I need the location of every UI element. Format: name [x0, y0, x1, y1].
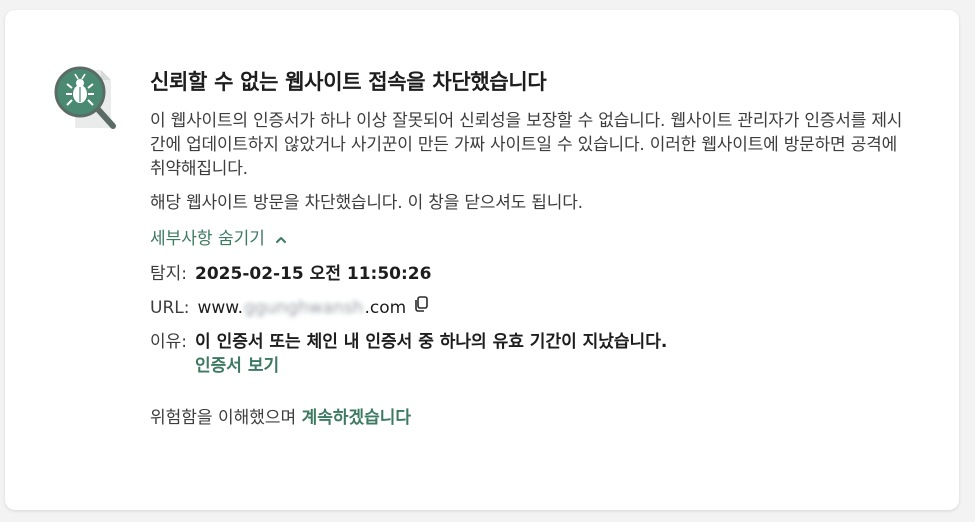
reason-block: 이 인증서 또는 체인 내 인증서 중 하나의 유효 기간이 지났습니다. 인증…	[195, 330, 667, 378]
hide-details-label: 세부사항 숨기기	[150, 229, 265, 249]
detected-value: 2025-02-15 오전 11:50:26	[195, 264, 432, 284]
reason-label: 이유:	[150, 332, 188, 352]
warning-description: 이 웹사이트의 인증서가 하나 이상 잘못되어 신뢰성을 보장할 수 없습니다.…	[150, 111, 903, 179]
detected-row: 탐지: 2025-02-15 오전 11:50:26	[150, 262, 910, 286]
dialog-content: 신뢰할 수 없는 웹사이트 접속을 차단했습니다 이 웹사이트의 인증서가 하나…	[150, 68, 910, 430]
url-row: URL: www. ggunghwansh .com	[150, 296, 910, 320]
bug-magnifier-icon	[53, 62, 123, 134]
chevron-up-icon	[273, 231, 289, 247]
url-redacted: ggunghwansh	[244, 298, 364, 318]
continue-prefix: 위험함을 이해했으며	[150, 408, 302, 428]
continue-line: 위험함을 이해했으며 계속하겠습니다	[150, 406, 910, 430]
view-certificate-link[interactable]: 인증서 보기	[195, 354, 667, 378]
detected-label: 탐지:	[150, 264, 188, 284]
url-label: URL:	[150, 298, 190, 318]
warning-card: 신뢰할 수 없는 웹사이트 접속을 차단했습니다 이 웹사이트의 인증서가 하나…	[5, 10, 959, 510]
blocked-message: 해당 웹사이트 방문을 차단했습니다. 이 창을 닫으셔도 됩니다.	[150, 193, 583, 213]
copy-icon[interactable]	[412, 295, 430, 313]
url-value: www. ggunghwansh .com	[197, 296, 430, 320]
continue-link[interactable]: 계속하겠습니다	[302, 408, 411, 428]
url-prefix: www.	[197, 298, 244, 318]
reason-value: 이 인증서 또는 체인 내 인증서 중 하나의 유효 기간이 지났습니다.	[195, 332, 668, 352]
reason-row: 이유: 이 인증서 또는 체인 내 인증서 중 하나의 유효 기간이 지났습니다…	[150, 330, 910, 378]
page-title: 신뢰할 수 없는 웹사이트 접속을 차단했습니다	[150, 70, 547, 94]
url-suffix: .com	[364, 298, 407, 318]
hide-details-toggle[interactable]: 세부사항 숨기기	[150, 227, 289, 251]
